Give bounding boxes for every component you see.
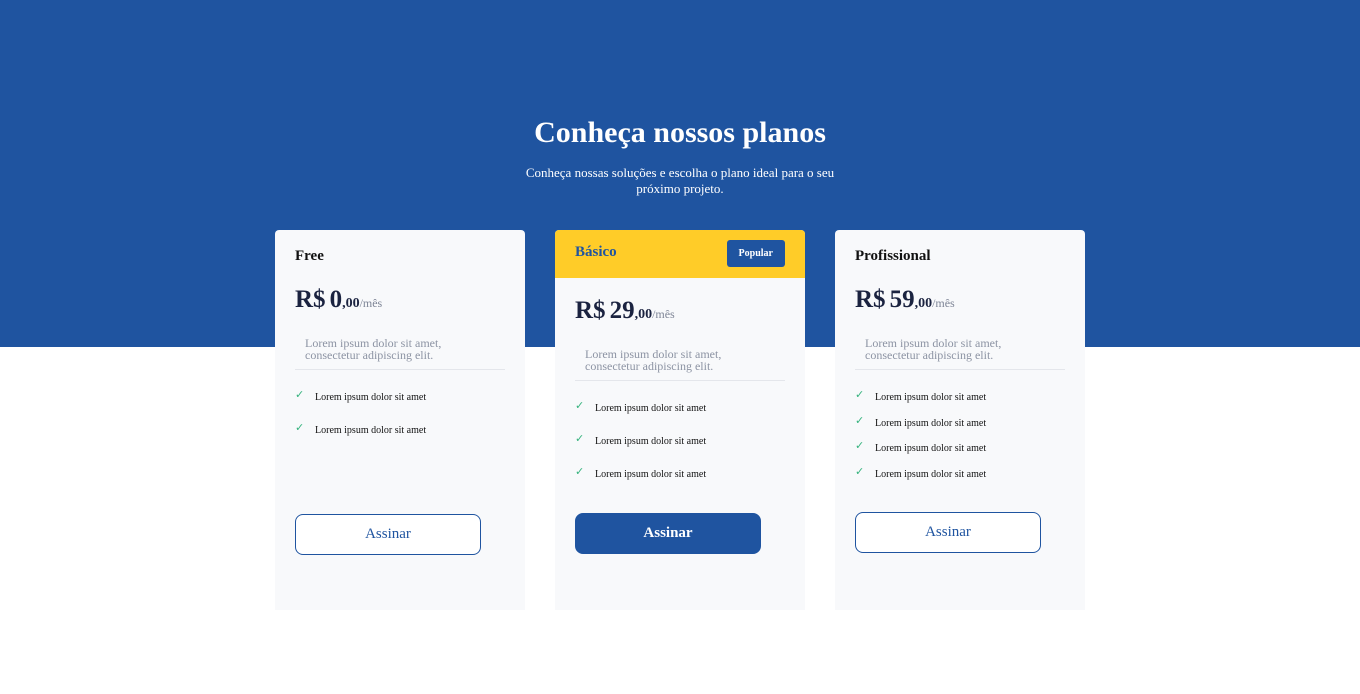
check-icon: ✓ <box>575 432 585 445</box>
feature-label: Lorem ipsum dolor sit amet <box>315 392 427 403</box>
check-icon: ✓ <box>575 465 585 478</box>
plan-description: Lorem ipsum dolor sit amet, consectetur … <box>575 348 785 381</box>
subscribe-button-basico[interactable]: Assinar <box>575 513 761 554</box>
plan-name: Básico <box>575 244 617 260</box>
check-icon: ✓ <box>855 413 865 427</box>
page-title: Conheça nossos planos <box>534 116 826 149</box>
popular-badge: Popular <box>726 240 785 267</box>
check-icon: ✓ <box>295 421 305 434</box>
feature-item: ✓ Lorem ipsum dolor sit amet <box>575 465 707 502</box>
feature-item: ✓ Lorem ipsum dolor sit amet <box>575 399 707 436</box>
feature-label: Lorem ipsum dolor sit amet <box>595 469 707 480</box>
feature-list: ✓ Lorem ipsum dolor sit amet ✓ Lorem ipsum… <box>295 388 427 458</box>
feature-list: ✓ Lorem ipsum dolor sit amet ✓ Lorem ipsum… <box>855 388 987 495</box>
price-cents: ,00 <box>342 296 360 311</box>
price-period: /mês <box>652 307 675 321</box>
feature-item: ✓ Lorem ipsum dolor sit amet <box>855 413 987 444</box>
subscribe-button-free[interactable]: Assinar <box>295 514 481 555</box>
feature-item: ✓ Lorem ipsum dolor sit amet <box>575 432 707 469</box>
price-amount: 59 <box>889 286 915 313</box>
plan-name: Profissional <box>855 248 931 264</box>
check-icon: ✓ <box>295 388 305 401</box>
feature-item: ✓ Lorem ipsum dolor sit amet <box>855 439 987 469</box>
check-icon: ✓ <box>855 464 865 478</box>
price-period: /mês <box>932 296 955 310</box>
feature-item: ✓ Lorem ipsum dolor sit amet <box>855 388 987 418</box>
plan-description: Lorem ipsum dolor sit amet, consectetur … <box>295 337 505 370</box>
check-icon: ✓ <box>575 399 585 412</box>
feature-label: Lorem ipsum dolor sit amet <box>875 417 987 429</box>
price-currency: R$ <box>295 286 326 313</box>
plan-description: Lorem ipsum dolor sit amet, consectetur … <box>855 337 1065 370</box>
feature-label: Lorem ipsum dolor sit amet <box>595 403 707 414</box>
feature-label: Lorem ipsum dolor sit amet <box>875 443 987 454</box>
feature-item: ✓ Lorem ipsum dolor sit amet <box>295 421 427 458</box>
feature-item: ✓ Lorem ipsum dolor sit amet <box>855 464 987 495</box>
check-icon: ✓ <box>855 388 865 401</box>
price-currency: R$ <box>855 286 886 313</box>
plan-card-free: Free R$ 0,00/mês Lorem ipsum dolor sit a… <box>275 230 525 610</box>
feature-label: Lorem ipsum dolor sit amet <box>875 392 987 403</box>
plan-price: R$ 29,00/mês <box>575 297 675 325</box>
price-cents: ,00 <box>914 296 933 311</box>
page-subtitle: Conheça nossas soluções e escolha o plan… <box>525 165 835 196</box>
price-period: /mês <box>359 296 383 310</box>
check-icon: ✓ <box>855 439 865 452</box>
feature-label: Lorem ipsum dolor sit amet <box>595 436 707 447</box>
plan-card-basico: Básico Popular R$ 29,00/mês Lorem ipsum … <box>555 230 805 610</box>
feature-list: ✓ Lorem ipsum dolor sit amet ✓ Lorem ipsum… <box>575 399 707 502</box>
price-cents: ,00 <box>634 307 653 322</box>
subscribe-button-profissional[interactable]: Assinar <box>855 512 1041 553</box>
plan-price: R$ 0,00/mês <box>295 286 382 314</box>
feature-label: Lorem ipsum dolor sit amet <box>315 425 427 436</box>
price-amount: 0 <box>329 286 343 313</box>
plan-name: Free <box>295 248 324 264</box>
feature-label: Lorem ipsum dolor sit amet <box>875 468 987 480</box>
plan-header: Básico Popular <box>555 230 805 278</box>
plan-card-profissional: Profissional R$ 59,00/mês Lorem ipsum do… <box>835 230 1085 610</box>
plan-price: R$ 59,00/mês <box>855 286 955 314</box>
price-currency: R$ <box>575 297 606 324</box>
price-amount: 29 <box>609 297 635 324</box>
feature-item: ✓ Lorem ipsum dolor sit amet <box>295 388 427 425</box>
